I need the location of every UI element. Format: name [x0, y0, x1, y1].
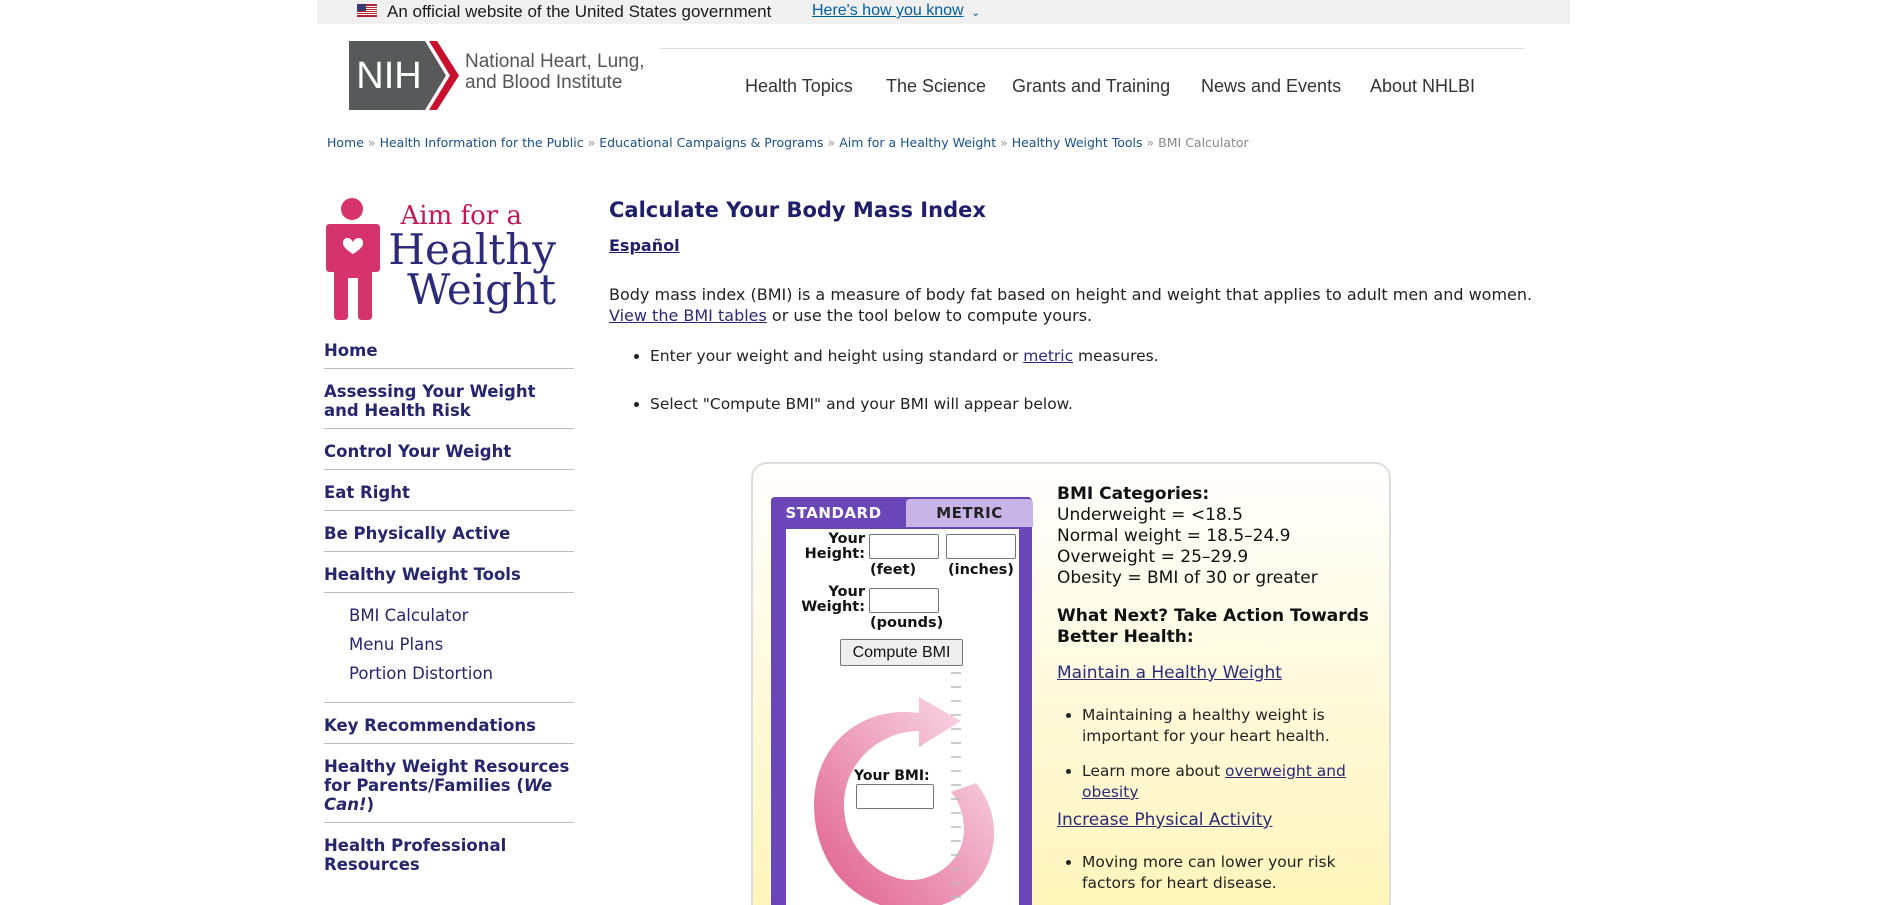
inches-input[interactable]: [946, 534, 1016, 559]
list-item: Enter your weight and height using stand…: [650, 346, 1159, 366]
breadcrumb-separator: »: [1000, 135, 1008, 150]
sidebar-subnav: BMI Calculator Menu Plans Portion Distor…: [324, 593, 574, 703]
institute-name-line1: National Heart, Lung,: [465, 51, 645, 72]
sidebar-nav: Home Assessing Your Weight and Health Ri…: [324, 338, 574, 892]
view-bmi-tables-link[interactable]: View the BMI tables: [609, 306, 767, 325]
logo-line3: Weight: [407, 265, 556, 314]
breadcrumb-separator: »: [1146, 135, 1155, 150]
heres-how-you-know-link[interactable]: Here's how you know: [812, 2, 964, 20]
sidebar-item-eat-right[interactable]: Eat Right: [324, 480, 574, 511]
breadcrumb-aim-healthy-weight[interactable]: Aim for a Healthy Weight: [839, 135, 996, 150]
nav-about-nhlbi[interactable]: About NHLBI: [1370, 76, 1475, 97]
bmi-categories: BMI Categories: Underweight = <18.5 Norm…: [1057, 484, 1377, 589]
nav-health-topics[interactable]: Health Topics: [745, 76, 853, 97]
espanol-link[interactable]: Español: [609, 236, 680, 255]
feet-input[interactable]: [869, 534, 939, 559]
nih-logo[interactable]: NIH: [349, 41, 459, 110]
tab-standard[interactable]: STANDARD: [771, 497, 896, 529]
breadcrumb-home[interactable]: Home: [327, 135, 364, 150]
nih-logo-text: NIH: [356, 55, 421, 97]
sidebar-item-assessing-weight[interactable]: Assessing Your Weight and Health Risk: [324, 379, 574, 429]
sidebar-item-key-recommendations[interactable]: Key Recommendations: [324, 713, 574, 744]
gov-banner-text: An official website of the United States…: [387, 2, 772, 21]
intro-paragraph: Body mass index (BMI) is a measure of bo…: [609, 284, 1549, 326]
breadcrumb: Home» Health Information for the Public» E…: [327, 135, 1249, 150]
bullet2-pre: Learn more about: [1082, 762, 1225, 780]
chevron-down-icon[interactable]: ⌄: [971, 6, 980, 19]
sidebar-item-parents-resources[interactable]: Healthy Weight Resources for Parents/Fam…: [324, 754, 574, 823]
bmi-result-field[interactable]: [856, 784, 934, 809]
aim-for-healthy-weight-logo[interactable]: Aim for a Healthy Weight: [322, 196, 562, 320]
tab-metric[interactable]: METRIC: [906, 499, 1033, 527]
us-flag-icon: [357, 4, 377, 17]
nav-news-and-events[interactable]: News and Events: [1201, 76, 1341, 97]
height-label-line2: Height:: [804, 546, 865, 562]
weight-label-line1: Your: [828, 584, 865, 600]
intro-text: Body mass index (BMI) is a measure of bo…: [609, 285, 1533, 304]
breadcrumb-separator: »: [827, 135, 836, 150]
sidebar-item-home[interactable]: Home: [324, 338, 574, 369]
breadcrumb-separator: »: [587, 135, 596, 150]
inches-unit-label: (inches): [948, 562, 1014, 578]
height-label-line1: Your: [828, 531, 865, 547]
feet-unit-label: (feet): [870, 562, 917, 578]
breadcrumb-healthy-weight-tools[interactable]: Healthy Weight Tools: [1012, 135, 1143, 150]
your-bmi-label: Your BMI:: [854, 768, 930, 784]
category-obesity: Obesity = BMI of 30 or greater: [1057, 568, 1318, 588]
list-item: Moving more can lower your risk factors …: [1082, 852, 1382, 894]
nav-grants-and-training[interactable]: Grants and Training: [1012, 76, 1170, 97]
maintain-bullets: Maintaining a healthy weight is importan…: [1082, 705, 1382, 817]
intro-tail: or use the tool below to compute yours.: [766, 306, 1093, 325]
sidebar-item-professional-resources[interactable]: Health Professional Resources: [324, 833, 574, 882]
bmi-categories-title: BMI Categories:: [1057, 484, 1210, 504]
category-overweight: Overweight = 25–29.9: [1057, 547, 1249, 567]
nav-the-science[interactable]: The Science: [886, 76, 986, 97]
institute-name[interactable]: National Heart, Lung, and Blood Institut…: [465, 51, 675, 93]
header-divider: [660, 48, 1525, 49]
sidebar-subitem-portion-distortion[interactable]: Portion Distortion: [349, 659, 574, 688]
breadcrumb-current: BMI Calculator: [1158, 135, 1249, 150]
parents-resources-close: ): [366, 795, 375, 814]
compute-bmi-button[interactable]: Compute BMI: [840, 639, 963, 666]
maintain-healthy-weight-link[interactable]: Maintain a Healthy Weight: [1057, 663, 1282, 683]
increase-physical-activity-link[interactable]: Increase Physical Activity: [1057, 810, 1272, 830]
bullet1-post: measures.: [1073, 347, 1159, 365]
bullet1-pre: Enter your weight and height using stand…: [650, 347, 1024, 365]
breadcrumb-health-info[interactable]: Health Information for the Public: [380, 135, 584, 150]
height-label: Your Height:: [790, 532, 865, 562]
what-next-title: What Next? Take Action Towards Better He…: [1057, 606, 1369, 647]
weight-label-line2: Weight:: [801, 599, 865, 615]
sidebar-item-control-weight[interactable]: Control Your Weight: [324, 439, 574, 470]
category-normal: Normal weight = 18.5–24.9: [1057, 526, 1291, 546]
person-heart-icon: [326, 198, 380, 320]
list-item: Learn more about overweight and obesity: [1082, 761, 1382, 803]
sidebar-subitem-bmi-calculator[interactable]: BMI Calculator: [349, 601, 574, 630]
list-item: Maintaining a healthy weight is importan…: [1082, 705, 1382, 747]
institute-name-line2: and Blood Institute: [465, 72, 623, 93]
page-title: Calculate Your Body Mass Index: [609, 198, 986, 222]
pounds-unit-label: (pounds): [870, 615, 944, 631]
instructions-list: Enter your weight and height using stand…: [650, 346, 1159, 442]
list-item: Select "Compute BMI" and your BMI will a…: [650, 394, 1159, 414]
sidebar-item-healthy-weight-tools[interactable]: Healthy Weight Tools: [324, 562, 574, 593]
sidebar-item-physically-active[interactable]: Be Physically Active: [324, 521, 574, 552]
metric-link[interactable]: metric: [1023, 347, 1073, 365]
category-underweight: Underweight = <18.5: [1057, 505, 1243, 525]
pounds-input[interactable]: [869, 588, 939, 613]
breadcrumb-separator: »: [367, 135, 376, 150]
breadcrumb-campaigns[interactable]: Educational Campaigns & Programs: [599, 135, 823, 150]
activity-bullets: Moving more can lower your risk factors …: [1082, 852, 1382, 905]
weight-label: Your Weight:: [790, 585, 865, 615]
sidebar-subitem-menu-plans[interactable]: Menu Plans: [349, 630, 574, 659]
